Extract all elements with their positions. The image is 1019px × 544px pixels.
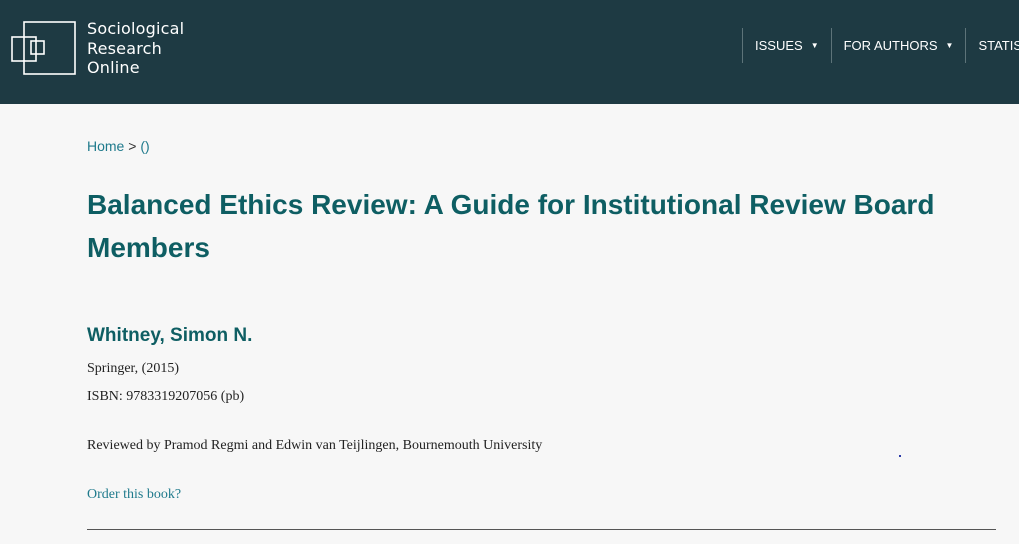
nav-item-issues-label: ISSUES: [755, 38, 803, 53]
stray-dot: [899, 455, 901, 457]
nav-item-issues[interactable]: ISSUES ▼: [742, 28, 831, 63]
breadcrumb: Home > (): [87, 138, 150, 154]
book-publisher: Springer, (2015): [87, 361, 179, 376]
main-nav: ISSUES ▼ FOR AUTHORS ▼ STATISTICS: [742, 28, 1019, 63]
caret-down-icon: ▼: [945, 41, 954, 50]
book-author: Whitney, Simon N.: [87, 325, 253, 346]
book-isbn: ISBN: 9783319207056 (pb): [87, 389, 245, 404]
site-header: Sociological Research Online ISSUES ▼ FO…: [0, 0, 1019, 104]
breadcrumb-current-link[interactable]: (): [140, 138, 149, 154]
nav-item-for-authors[interactable]: FOR AUTHORS ▼: [830, 28, 966, 63]
site-logo-icon[interactable]: [10, 21, 80, 77]
order-book-link[interactable]: Order this book?: [87, 487, 181, 503]
content-divider: [87, 529, 996, 530]
breadcrumb-home-link[interactable]: Home: [87, 138, 124, 154]
site-logo-text[interactable]: Sociological Research Online: [87, 19, 184, 78]
nav-item-statistics-label: STATISTICS: [978, 38, 1019, 53]
nav-item-statistics[interactable]: STATISTICS: [965, 28, 1019, 63]
breadcrumb-separator: >: [128, 138, 137, 154]
nav-item-for-authors-label: FOR AUTHORS: [843, 38, 938, 53]
caret-down-icon: ▼: [810, 41, 819, 50]
logo-line-3: Online: [87, 58, 140, 77]
reviewer-credit: Reviewed by Pramod Regmi and Edwin van T…: [87, 438, 543, 453]
logo-line-1: Sociological: [87, 19, 185, 38]
page-title: Balanced Ethics Review: A Guide for Inst…: [87, 189, 935, 263]
logo-line-2: Research: [87, 38, 162, 58]
